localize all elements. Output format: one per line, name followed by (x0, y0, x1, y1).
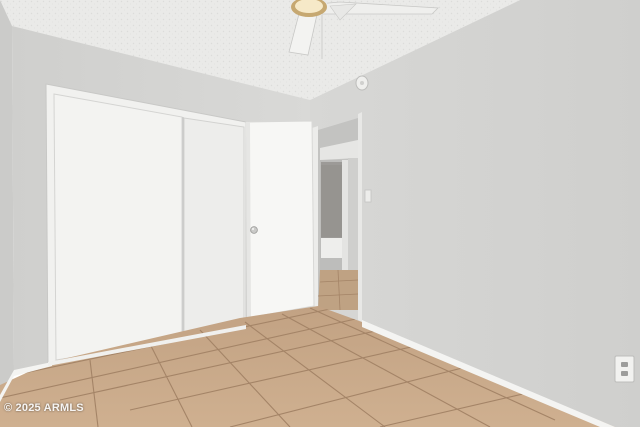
closet-door-left[interactable] (53, 93, 183, 361)
outlet-icon (614, 355, 635, 383)
bedroom-door[interactable] (245, 120, 315, 319)
bedroom-photo: © 2025 ARMLS (0, 0, 640, 427)
left-wall-sliver (0, 0, 14, 395)
bathtub (321, 238, 343, 258)
smoke-detector-icon (355, 75, 369, 91)
bedroom-illustration (0, 0, 640, 427)
closet-door-right[interactable] (183, 117, 245, 339)
copyright-watermark: © 2025 ARMLS (4, 402, 84, 414)
light-switch-icon (364, 189, 372, 203)
hallway-doorway (317, 118, 359, 311)
door-knob-icon[interactable] (250, 226, 258, 234)
